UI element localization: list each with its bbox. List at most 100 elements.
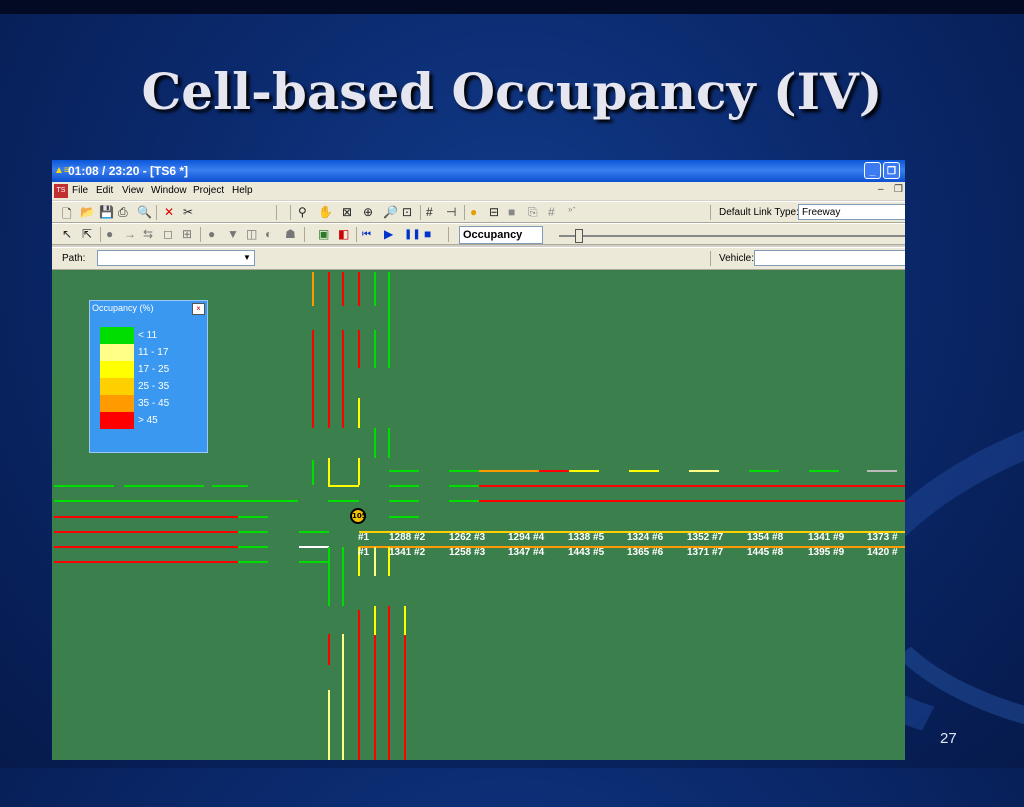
toolbar-separator bbox=[464, 205, 465, 220]
menu-edit[interactable]: Edit bbox=[96, 185, 113, 196]
legend-label: 25 - 35 bbox=[138, 381, 170, 392]
save-icon[interactable]: 💾 bbox=[99, 205, 114, 219]
hash-disabled-icon[interactable]: # bbox=[548, 205, 555, 219]
signal-icon[interactable]: ◐ bbox=[265, 227, 272, 241]
legend-label: > 45 bbox=[138, 415, 158, 426]
default-link-type-value: Freeway bbox=[802, 207, 841, 218]
vehicle-label: Vehicle: bbox=[719, 253, 755, 264]
toolbar-path: Path: ▼ Vehicle: bbox=[52, 247, 905, 270]
toolbar-separator bbox=[448, 227, 449, 242]
vehicle-select[interactable] bbox=[754, 250, 905, 266]
zoom-window-icon[interactable]: ⊕ bbox=[363, 205, 373, 219]
stop-square-icon[interactable]: ■ bbox=[508, 205, 515, 219]
cell-count-label: 1347 #4 bbox=[508, 547, 545, 558]
zone-icon[interactable]: ◻ bbox=[163, 227, 173, 241]
menu-project[interactable]: Project bbox=[193, 185, 224, 196]
node-105-marker[interactable]: 105 bbox=[350, 508, 367, 524]
cell-count-label: 1341 #9 bbox=[808, 532, 845, 543]
document-icon[interactable]: TS bbox=[54, 184, 68, 198]
column-icon[interactable]: ◫ bbox=[246, 227, 257, 241]
occupancy-view-icon[interactable]: ◧ bbox=[338, 227, 349, 241]
copy-disabled-icon[interactable]: ⎘ bbox=[528, 205, 538, 220]
restore-button[interactable]: ❐ bbox=[883, 162, 900, 179]
legend-swatch bbox=[100, 361, 134, 378]
cell-count-label: 1395 #9 bbox=[808, 547, 845, 558]
cell-count-label: #1 bbox=[358, 547, 370, 558]
toolbar-separator bbox=[100, 227, 101, 242]
path-select[interactable]: ▼ bbox=[97, 250, 255, 266]
toolbar-edit: ↖ ⇱ ● → ⇆ ◻ ⊞ ● ▼ ◫ ◐ ☗ ▣ ◧ ⏮ ▶ ❚❚ ■ Occ… bbox=[52, 223, 905, 245]
play-icon[interactable]: ▶ bbox=[384, 227, 393, 241]
legend-title: Occupancy (%) bbox=[92, 303, 154, 313]
more-disabled-icon[interactable]: »ᐩ bbox=[568, 205, 576, 214]
zoom-icon[interactable]: 🔎 bbox=[383, 205, 398, 219]
menu-help[interactable]: Help bbox=[232, 185, 253, 196]
cell-count-label: 1420 # bbox=[867, 547, 898, 558]
mdi-restore-icon[interactable]: ❐ bbox=[894, 184, 903, 195]
grid-icon[interactable]: # bbox=[426, 205, 433, 219]
info-icon[interactable]: ● bbox=[470, 205, 477, 219]
minimize-button[interactable]: _ bbox=[864, 162, 881, 179]
pedestrian-icon[interactable]: ☗ bbox=[285, 227, 296, 241]
toolbar-separator bbox=[290, 205, 291, 220]
map-view-icon[interactable]: ▣ bbox=[318, 227, 329, 241]
lane-icon[interactable]: ⊞ bbox=[182, 227, 192, 241]
detector-dot-icon[interactable]: ● bbox=[208, 227, 215, 241]
cell-count-label: #1 bbox=[358, 532, 370, 543]
slide-number: 27 bbox=[940, 730, 957, 747]
window-titlebar[interactable]: ▲≡ 01:08 / 23:20 - [TS6 *] _ ❐ bbox=[52, 160, 905, 182]
slide-title: Cell-based Occupancy (IV) bbox=[141, 62, 883, 121]
app-window: ▲≡ 01:08 / 23:20 - [TS6 *] _ ❐ TS File E… bbox=[52, 160, 905, 760]
toolbar-standard: 🗋 📂 💾 ⎙ 🔍 ✕ ✂ ⚲ ✋ ⊠ ⊕ 🔎 ⊡ # ⊣ ● ⊟ ■ ⎘ # … bbox=[52, 201, 905, 223]
display-mode-value: Occupancy bbox=[463, 229, 523, 241]
cell-count-label: 1445 #8 bbox=[747, 547, 784, 558]
legend-header[interactable]: Occupancy (%) × bbox=[90, 301, 207, 316]
toolbar-separator bbox=[710, 205, 711, 220]
toolbar-separator bbox=[276, 205, 277, 220]
cell-count-label: 1294 #4 bbox=[508, 532, 545, 543]
fit-view-icon[interactable]: ⊡ bbox=[402, 205, 412, 219]
pause-icon[interactable]: ❚❚ bbox=[404, 229, 421, 240]
network-map-view[interactable]: Occupancy (%) × < 11 11 - 17 17 - 25 25 … bbox=[52, 270, 905, 760]
path-label: Path: bbox=[62, 253, 86, 264]
cut-icon[interactable]: ✂ bbox=[183, 205, 193, 219]
hand-pan-icon[interactable]: ✋ bbox=[318, 205, 333, 219]
slide-top-band bbox=[0, 0, 1024, 14]
time-slider-track[interactable] bbox=[559, 235, 905, 237]
node-circle-icon[interactable]: ● bbox=[106, 227, 113, 241]
legend-close-button[interactable]: × bbox=[192, 303, 205, 315]
node-add-icon[interactable]: ⊣ bbox=[446, 205, 456, 219]
print-icon[interactable]: ⎙ bbox=[118, 205, 128, 220]
mdi-minimize-icon[interactable]: – bbox=[878, 184, 884, 195]
default-link-type-select[interactable]: Freeway bbox=[798, 204, 905, 220]
rewind-icon[interactable]: ⏮ bbox=[362, 229, 371, 240]
cell-count-label: 1262 #3 bbox=[449, 532, 486, 543]
display-mode-field[interactable]: Occupancy bbox=[459, 226, 543, 244]
menu-file[interactable]: File bbox=[72, 185, 88, 196]
print-preview-icon[interactable]: 🔍 bbox=[137, 205, 152, 219]
cell-count-label: 1338 #5 bbox=[568, 532, 605, 543]
select-pointer-icon[interactable]: ↖ bbox=[62, 227, 72, 241]
pan-select-icon[interactable]: ⚲ bbox=[298, 205, 307, 219]
table-icon[interactable]: ⊟ bbox=[489, 205, 499, 219]
zoom-extent-icon[interactable]: ⊠ bbox=[342, 205, 352, 219]
cell-count-label: 1352 #7 bbox=[687, 532, 724, 543]
toolbar-separator bbox=[200, 227, 201, 242]
default-link-type-label: Default Link Type: bbox=[719, 207, 799, 218]
toolbar-separator bbox=[156, 205, 157, 220]
path-dropdown-arrow-icon[interactable]: ▼ bbox=[241, 252, 253, 264]
toolbar-separator bbox=[304, 227, 305, 242]
two-way-link-icon[interactable]: ⇆ bbox=[143, 227, 153, 241]
legend-label: 17 - 25 bbox=[138, 364, 170, 375]
down-triangle-icon[interactable]: ▼ bbox=[227, 227, 239, 241]
menu-window[interactable]: Window bbox=[151, 185, 187, 196]
select-link-icon[interactable]: ⇱ bbox=[82, 227, 92, 241]
menu-view[interactable]: View bbox=[122, 185, 144, 196]
legend-swatch bbox=[100, 378, 134, 395]
time-slider-thumb[interactable] bbox=[575, 229, 583, 243]
link-arrow-icon[interactable]: → bbox=[124, 227, 136, 241]
delete-icon[interactable]: ✕ bbox=[164, 205, 174, 219]
open-folder-icon[interactable]: 📂 bbox=[80, 205, 95, 219]
occupancy-legend-panel[interactable]: Occupancy (%) × < 11 11 - 17 17 - 25 25 … bbox=[89, 300, 208, 453]
stop-icon[interactable]: ■ bbox=[424, 227, 431, 241]
